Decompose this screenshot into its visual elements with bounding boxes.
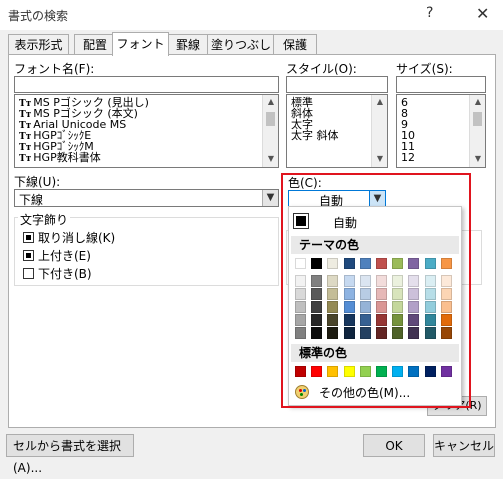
scroll-down-icon[interactable]: ▼	[472, 153, 484, 165]
tab-fill[interactable]: 塗りつぶし	[207, 34, 275, 55]
strikethrough-label[interactable]: 取り消し線(K)	[38, 229, 115, 246]
scroll-thumb[interactable]	[266, 112, 275, 126]
superscript-label[interactable]: 上付き(E)	[38, 247, 91, 264]
tab-protection[interactable]: 保護	[273, 34, 317, 55]
underline-combo[interactable]: 下線 ▼	[14, 189, 279, 207]
tab-border[interactable]: 罫線	[167, 34, 209, 55]
help-button[interactable]: ?	[426, 5, 433, 21]
style-list[interactable]: 標準 斜体 太字 太字 斜体 ▲ ▼	[286, 94, 388, 168]
pick-format-from-cell-button[interactable]: セルから書式を選択(A)...	[6, 434, 134, 475]
scroll-up-icon[interactable]: ▲	[374, 96, 386, 108]
cancel-button[interactable]: キャンセル	[433, 434, 495, 457]
ok-button[interactable]: OK	[363, 434, 425, 457]
size-label: サイズ(S):	[396, 62, 453, 76]
size-list[interactable]: 6 8 9 10 11 12 ▲ ▼	[396, 94, 486, 168]
scroll-up-icon[interactable]: ▲	[265, 96, 277, 108]
subscript-label[interactable]: 下付き(B)	[38, 265, 92, 282]
effects-label: 文字飾り	[18, 211, 71, 228]
style-label: スタイル(O):	[286, 62, 357, 76]
chevron-down-icon[interactable]: ▼	[262, 190, 278, 206]
font-name-label: フォント名(F):	[14, 62, 95, 76]
strikethrough-checkbox[interactable]	[23, 232, 34, 243]
size-input[interactable]	[396, 76, 486, 93]
tab-number-format[interactable]: 表示形式	[8, 34, 69, 55]
style-input[interactable]	[286, 76, 388, 93]
scroll-up-icon[interactable]: ▲	[472, 96, 484, 108]
font-name-input[interactable]	[14, 76, 279, 93]
close-button[interactable]: ✕	[476, 4, 489, 23]
underline-label: 下線(U):	[14, 175, 61, 189]
truetype-icon: Tт	[19, 154, 32, 164]
underline-value: 下線	[19, 193, 44, 207]
style-list-scrollbar[interactable]: ▲ ▼	[371, 95, 387, 167]
scroll-down-icon[interactable]: ▼	[265, 153, 277, 165]
dialog-title: 書式の検索	[8, 9, 69, 23]
list-item[interactable]: Tт HGP教科書体	[15, 152, 263, 164]
tab-alignment[interactable]: 配置	[74, 34, 116, 55]
list-item[interactable]: 太字 斜体	[287, 130, 372, 141]
scroll-down-icon[interactable]: ▼	[374, 153, 386, 165]
superscript-checkbox[interactable]	[23, 250, 34, 261]
size-list-scrollbar[interactable]: ▲ ▼	[469, 95, 485, 167]
list-item[interactable]: 12	[397, 152, 470, 163]
font-name-list[interactable]: Tт MS Pゴシック (見出し) Tт MS Pゴシック (本文) Tт Arial…	[14, 94, 279, 168]
tab-font[interactable]: フォント	[112, 32, 169, 56]
subscript-checkbox[interactable]	[23, 268, 34, 279]
font-list-scrollbar[interactable]: ▲ ▼	[262, 95, 278, 167]
scroll-thumb[interactable]	[473, 112, 482, 126]
highlight-frame	[281, 173, 471, 408]
